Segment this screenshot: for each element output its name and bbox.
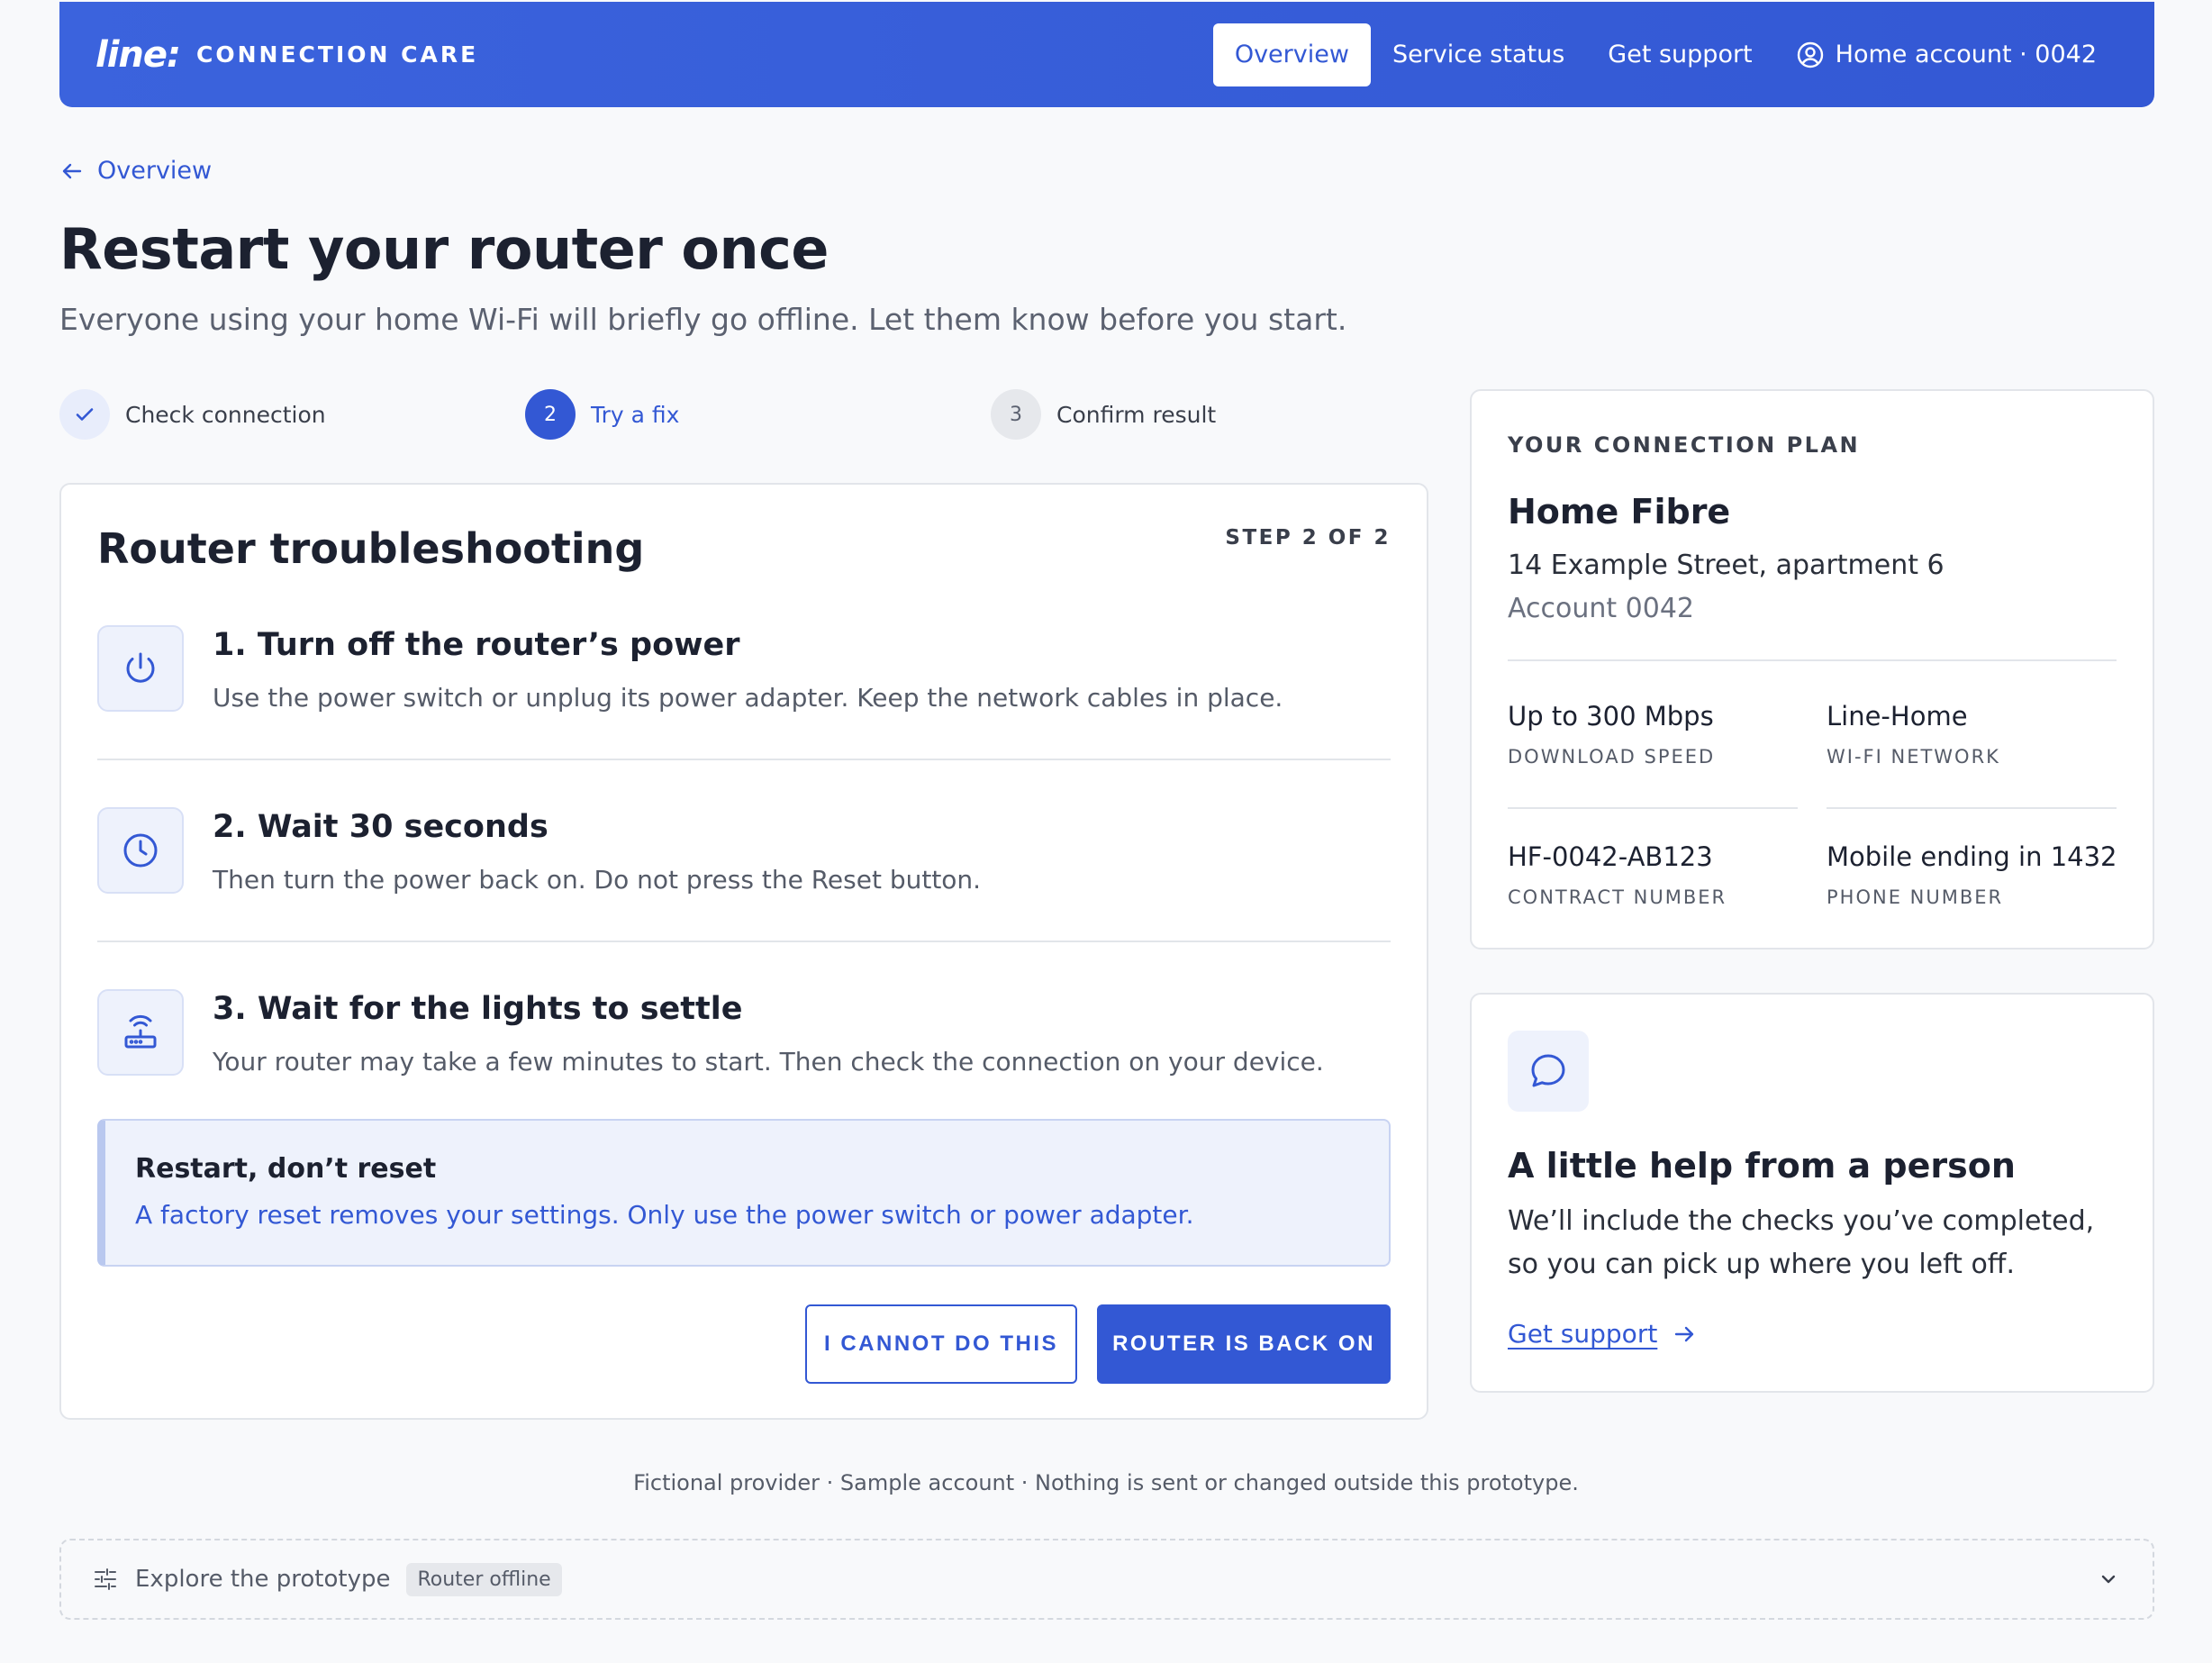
explore-label: Explore the prototype [135,1566,391,1593]
task-item: 3. Wait for the lights to settle Your ro… [97,989,1391,1124]
nav-overview[interactable]: Overview [1212,23,1371,86]
back-link[interactable]: Overview [59,157,212,185]
router-is-back-on-button[interactable]: ROUTER IS BACK ON [1097,1304,1391,1384]
plan-address: 14 Example Street, apartment 6 [1508,550,1945,581]
footnote: Fictional provider · Sample account · No… [633,1470,1579,1495]
account-label: Home account · 0042 [1835,40,2097,68]
plan-account: Account 0042 [1508,593,1695,624]
fact-contract-number: HF-0042-AB123 CONTRACT NUMBER [1508,841,1798,908]
task-icon-box [97,989,184,1076]
chevron-down-icon[interactable] [2095,1566,2122,1593]
step-number: 3 [991,389,1041,440]
fact-download-speed: Up to 300 Mbps DOWNLOAD SPEED [1508,701,1798,768]
plan-section-label: YOUR CONNECTION PLAN [1508,432,1861,458]
main-nav: Overview Service status Get support Home… [1212,23,2118,86]
power-icon [126,652,155,683]
router-icon [124,1014,157,1049]
step-counter: STEP 2 OF 2 [1225,526,1391,550]
fact-value: Up to 300 Mbps [1508,701,1714,732]
task-title: 1. Turn off the router’s power [213,627,740,663]
get-support-link[interactable]: Get support [1508,1319,1697,1349]
arrow-right-icon [1675,1326,1694,1341]
divider [1508,807,1798,809]
user-circle-icon [1797,41,1823,68]
stepper-item-try-a-fix: 2 Try a fix [525,389,679,440]
notice-text: A factory reset removes your settings. O… [135,1200,1194,1230]
fact-value: Mobile ending in 1432 [1827,841,2117,872]
arrow-left-icon [62,163,82,178]
help-text: We’ll include the checks you’ve complete… [1508,1205,2095,1280]
nav-service-status[interactable]: Service status [1371,23,1586,86]
top-bar: line: CONNECTION CARE Overview Service s… [59,2,2154,107]
cannot-do-this-button[interactable]: I CANNOT DO THIS [805,1304,1077,1384]
plan-name: Home Fibre [1508,492,1731,532]
divider [1508,659,2117,661]
logo[interactable]: line: [95,34,181,76]
clock-icon [123,833,158,868]
progress-stepper: Check connection 2 Try a fix 3 Confirm r… [59,389,1428,440]
page-subtitle: Everyone using your home Wi-Fi will brie… [59,302,1347,337]
card-title: Router troubleshooting [97,524,645,573]
step-label: Confirm result [1056,401,1217,428]
fact-key: CONTRACT NUMBER [1508,886,1727,908]
chat-bubble-icon [1531,1054,1565,1087]
task-description: Then turn the power back on. Do not pres… [213,865,982,895]
divider [1827,807,2117,809]
back-link-label: Overview [97,157,213,185]
fact-key: DOWNLOAD SPEED [1508,746,1716,768]
help-icon-box [1508,1031,1589,1112]
step-label: Try a fix [591,401,680,428]
task-item: 2. Wait 30 seconds Then turn the power b… [97,807,1391,942]
step-label: Check connection [125,401,326,428]
divider [97,941,1391,942]
sliders-icon [95,1568,116,1590]
step-complete-indicator [59,389,110,440]
fact-key: WI-FI NETWORK [1827,746,2000,768]
fact-value: Line-Home [1827,701,1968,732]
stepper-item-confirm-result: 3 Confirm result [991,389,1216,440]
step-number: 2 [525,389,576,440]
task-description: Your router may take a few minutes to st… [213,1047,1324,1077]
reset-warning-notice: Restart, don’t reset A factory reset rem… [97,1119,1391,1267]
divider [97,759,1391,760]
fact-phone-number: Mobile ending in 1432 PHONE NUMBER [1827,841,2117,908]
stepper-item-check-connection[interactable]: Check connection [59,389,326,440]
nav-account[interactable]: Home account · 0042 [1774,23,2118,86]
task-icon-box [97,625,184,712]
get-support-link-label: Get support [1508,1319,1658,1349]
page-title: Restart your router once [59,216,829,282]
fact-wifi-network: Line-Home WI-FI NETWORK [1827,701,2117,768]
fact-key: PHONE NUMBER [1827,886,2004,908]
notice-title: Restart, don’t reset [135,1153,437,1185]
scenario-badge: Router offline [406,1562,562,1596]
help-title: A little help from a person [1508,1146,2016,1186]
checkmark-icon [76,408,94,421]
task-title: 3. Wait for the lights to settle [213,991,743,1027]
help-card: A little help from a person We’ll includ… [1470,993,2154,1393]
fact-value: HF-0042-AB123 [1508,841,1713,872]
task-description: Use the power switch or unplug its power… [213,683,1283,713]
connection-plan-card: YOUR CONNECTION PLAN Home Fibre 14 Examp… [1470,389,2154,950]
nav-get-support[interactable]: Get support [1586,23,1773,86]
troubleshooting-card: Router troubleshooting STEP 2 OF 2 1. Tu… [59,483,1428,1420]
brand-name: CONNECTION CARE [196,41,479,68]
task-icon-box [97,807,184,894]
task-title: 2. Wait 30 seconds [213,809,548,845]
explore-prototype-panel[interactable]: Explore the prototype Router offline [59,1539,2154,1620]
task-item: 1. Turn off the router’s power Use the p… [97,625,1391,760]
brand[interactable]: line: CONNECTION CARE [95,34,478,76]
